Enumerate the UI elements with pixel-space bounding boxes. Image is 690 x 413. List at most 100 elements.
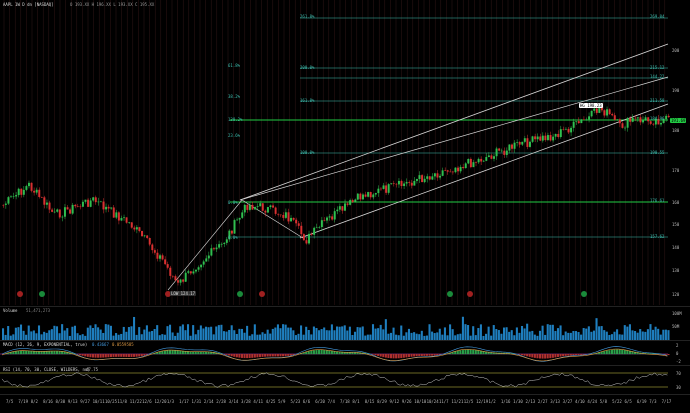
candle-body [434, 173, 436, 176]
macd-histogram-bar [562, 354, 564, 356]
time-axis-label: 7/5 [6, 399, 13, 404]
macd-histogram-bar [272, 354, 274, 356]
candle-body [198, 267, 200, 269]
macd-histogram-bar [120, 354, 122, 357]
rsi-panel[interactable]: RSI (14, 70, 30, CLOSE, WILDERS, no) 47.… [0, 365, 690, 394]
candle-body [159, 255, 161, 258]
macd-histogram-bar [41, 351, 43, 354]
macd-histogram-bar [236, 354, 238, 357]
volume-panel[interactable]: Volume 51,471,273 100M 50M [0, 306, 690, 340]
volume-bar [323, 327, 325, 340]
candle-body [454, 168, 456, 172]
macd-histogram-bar [241, 354, 243, 358]
candle-body [49, 203, 51, 210]
candle-body [575, 121, 577, 122]
candle-body [524, 138, 526, 142]
macd-histogram-bar [398, 354, 400, 358]
candle-body [496, 149, 498, 157]
candle-body [472, 162, 474, 167]
macd-histogram-bar [231, 354, 233, 356]
candle-body [36, 190, 38, 193]
macd-histogram-bar [315, 350, 317, 354]
macd-panel[interactable]: MACD (12, 26, 9, EXPONENTIAL, true) 0.43… [0, 340, 690, 365]
time-axis-label: 3/27 [563, 399, 573, 404]
candle-body [377, 189, 379, 193]
volume-bar [130, 326, 132, 340]
time-axis[interactable]: 7/57/198/28/168/309/139/2710/1110/2511/8… [0, 394, 690, 413]
macd-histogram-bar [531, 354, 533, 357]
volume-bar [308, 330, 310, 340]
volume-bar [192, 325, 194, 340]
macd-histogram-bar [174, 350, 176, 354]
volume-bar [667, 330, 669, 340]
candle-body [234, 220, 236, 233]
volume-bar [452, 329, 454, 340]
candle-body [128, 222, 130, 223]
candle-body [208, 256, 210, 259]
volume-bar [552, 325, 554, 340]
candle-body [334, 211, 336, 219]
candle-body [429, 176, 431, 179]
volume-bar [575, 331, 577, 340]
candle-body [444, 170, 446, 171]
macd-histogram-bar [59, 351, 61, 354]
price-chart-panel[interactable]: AAPL 1W D dn [NASDAQ] O 193.XX H 196.XX … [0, 0, 690, 305]
candle-body [401, 181, 403, 186]
macd-histogram-bar [30, 351, 32, 354]
volume-bar [464, 324, 466, 340]
candle-body [329, 216, 331, 217]
rsi-axis-70: 70 [676, 371, 681, 376]
candle-body [573, 122, 575, 128]
candle-body [591, 111, 593, 117]
volume-bar [223, 331, 225, 340]
volume-bar [200, 325, 202, 340]
volume-bar [97, 327, 99, 340]
time-axis-label: 12/5 [464, 399, 474, 404]
macd-histogram-bar [475, 350, 477, 354]
candle-body [275, 208, 277, 214]
volume-bar [17, 327, 19, 340]
candle-body [526, 138, 528, 147]
candle-body [408, 182, 410, 183]
time-axis-label: 2/14 [204, 399, 214, 404]
time-axis-label: 4/11 [253, 399, 263, 404]
volume-bar [480, 324, 482, 340]
volume-bar [279, 328, 281, 340]
volume-bar [156, 325, 158, 340]
volume-bar [20, 325, 22, 340]
candle-body [580, 119, 582, 123]
candle-body [162, 255, 164, 259]
candle-body [609, 109, 611, 114]
candle-body [493, 156, 495, 159]
pivot-badge-icon [17, 291, 23, 297]
volume-bar [411, 333, 413, 340]
candle-body [287, 212, 289, 221]
pivot-badge-icon [237, 291, 243, 297]
candle-body [637, 117, 639, 118]
volume-bar [146, 325, 148, 340]
price-chart-canvas[interactable] [0, 0, 690, 305]
volume-bar [274, 328, 276, 340]
macd-histogram-bar [536, 354, 538, 358]
macd-histogram-bar [621, 350, 623, 354]
candle-body [308, 234, 310, 244]
candle-body [632, 118, 634, 122]
rsi-label: RSI (14, 70, 30, CLOSE, WILDERS, no) [3, 367, 90, 372]
macd-histogram-bar [434, 354, 436, 355]
macd-histogram-bar [125, 354, 127, 357]
macd-histogram-bar [547, 354, 549, 358]
volume-bar [115, 333, 117, 340]
volume-bar [662, 330, 664, 340]
volume-bar [357, 327, 359, 340]
candle-body [38, 190, 40, 197]
volume-bar [305, 327, 307, 340]
candle-body [13, 196, 15, 197]
volume-bar [639, 329, 641, 340]
time-axis-label: 5/8 [600, 399, 607, 404]
candle-body [544, 136, 546, 140]
candle-body [64, 207, 66, 216]
candle-body [516, 142, 518, 143]
macd-histogram-bar [619, 350, 621, 355]
candle-body [262, 203, 264, 210]
time-axis-label: 7/18 [340, 399, 350, 404]
